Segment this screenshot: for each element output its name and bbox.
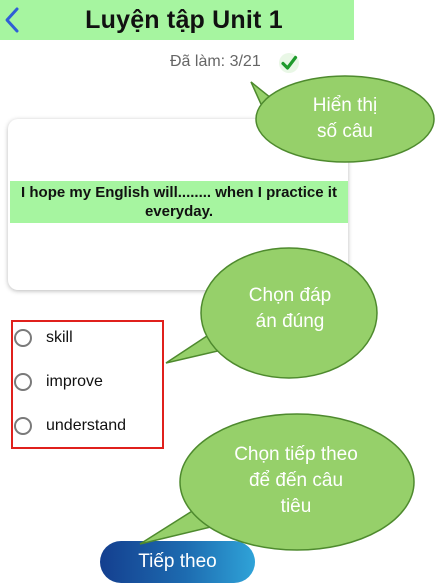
chevron-left-icon: [0, 2, 26, 38]
check-circle-icon: [278, 52, 300, 74]
callout-text: tiêu: [280, 496, 312, 517]
callout-text: Hiển thị: [312, 95, 378, 116]
answer-options: skill improve understand: [11, 320, 164, 449]
option-label: understand: [46, 417, 127, 434]
next-button[interactable]: Tiếp theo: [100, 541, 255, 583]
radio-button[interactable]: [14, 329, 32, 347]
question-card: I hope my English will........ when I pr…: [8, 119, 348, 290]
radio-button[interactable]: [14, 417, 32, 435]
callout-text: Chọn tiếp theo: [234, 444, 358, 465]
option-label: skill: [46, 329, 73, 346]
option-improve[interactable]: improve: [13, 369, 163, 395]
progress-indicator: Đã làm: 3/21: [0, 52, 437, 74]
option-label: improve: [46, 373, 103, 390]
page-title: Luyện tập Unit 1: [85, 5, 283, 34]
callout-text: án đúng: [255, 311, 325, 332]
progress-label: Đã làm: 3/21: [170, 53, 261, 70]
back-button[interactable]: [0, 2, 26, 38]
option-understand[interactable]: understand: [13, 413, 163, 439]
callout-text: để đến câu: [248, 470, 344, 491]
radio-button[interactable]: [14, 373, 32, 391]
option-skill[interactable]: skill: [13, 325, 163, 351]
page-header: Luyện tập Unit 1: [0, 0, 354, 40]
question-text: I hope my English will........ when I pr…: [10, 181, 348, 223]
